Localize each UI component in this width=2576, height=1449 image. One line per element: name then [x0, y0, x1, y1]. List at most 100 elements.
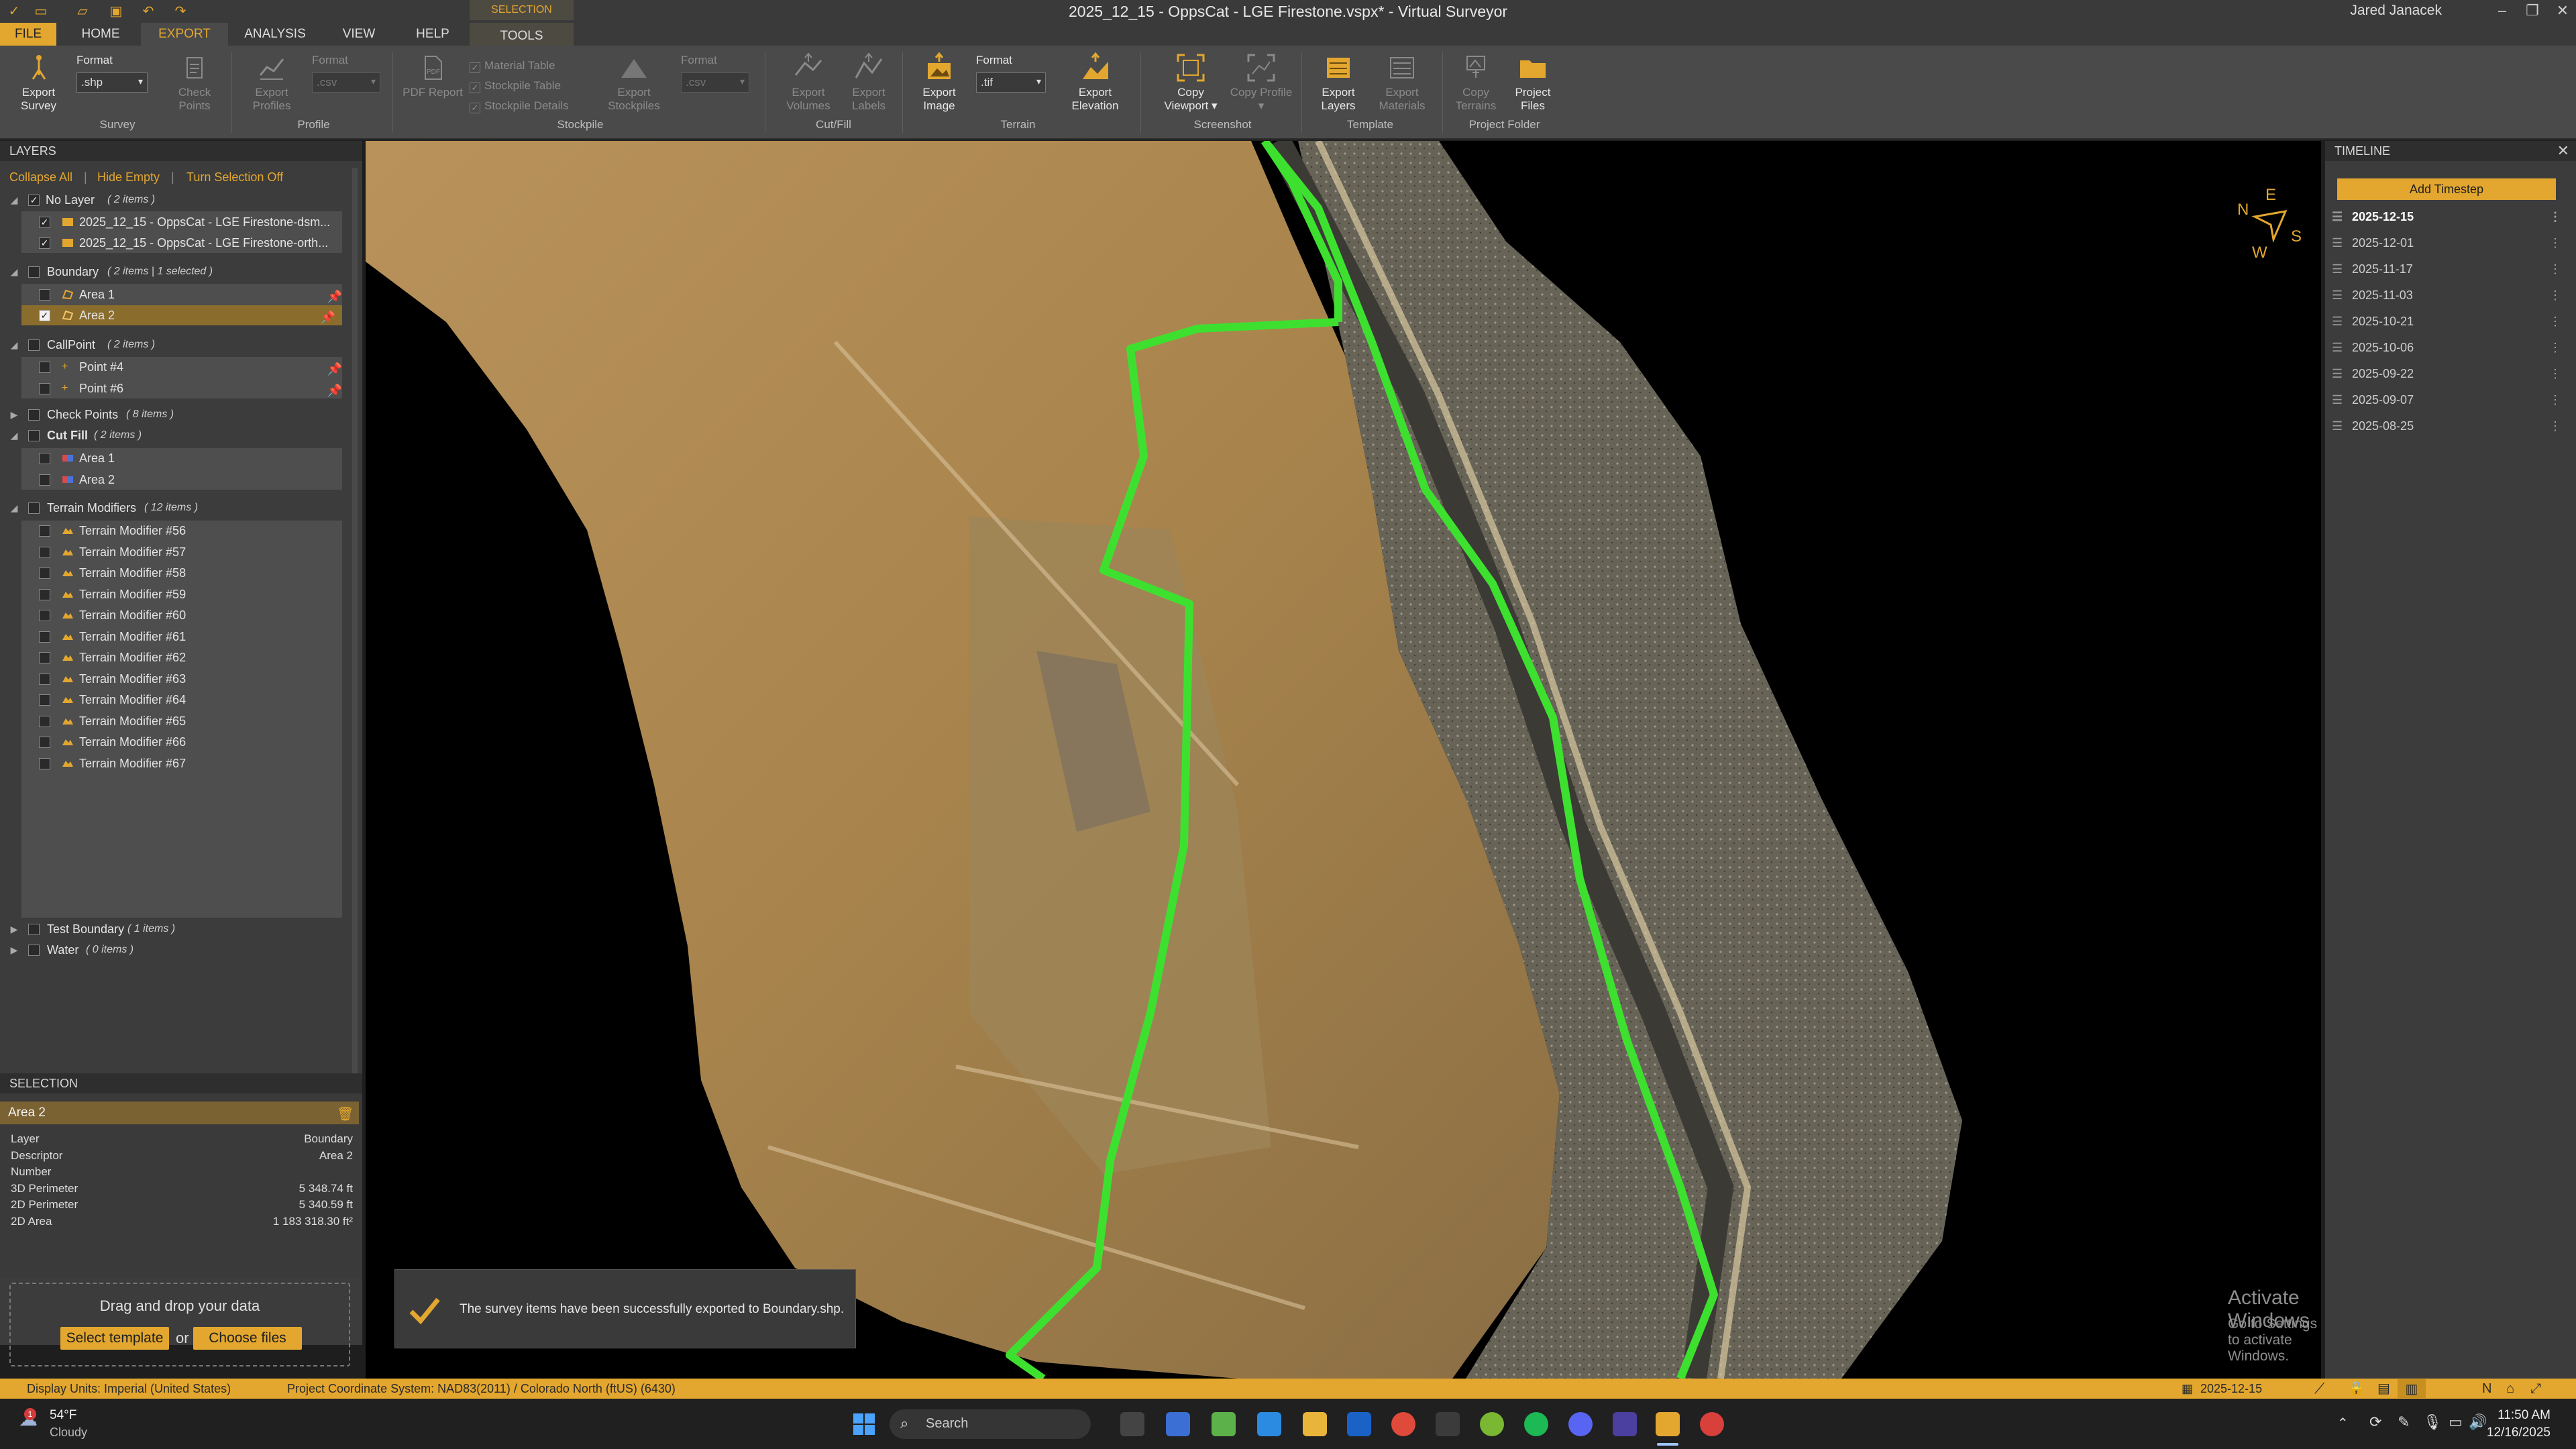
material-table-checkbox[interactable]: ✓ Material Table [470, 59, 555, 73]
terrain-modifier-item[interactable]: Terrain Modifier #64 [0, 690, 349, 710]
collapse-arrow-icon[interactable]: ◢ [9, 425, 19, 445]
calculator-icon[interactable] [1436, 1412, 1460, 1436]
layer-checkbox[interactable]: ✓ [28, 195, 40, 206]
terrain-modifier-item[interactable]: Terrain Modifier #59 [0, 584, 349, 604]
item-checkbox[interactable] [39, 525, 50, 537]
terrain-modifier-item[interactable]: Terrain Modifier #67 [0, 753, 349, 773]
stockpile-table-checkbox[interactable]: ✓ Stockpile Table [470, 79, 561, 93]
item-checkbox[interactable] [39, 546, 50, 558]
item-checkbox[interactable]: ✓ [39, 237, 50, 249]
outlook-icon[interactable] [1347, 1412, 1371, 1436]
pin-icon[interactable]: 📌 [327, 286, 342, 307]
drag-handle-icon[interactable]: ☰ [2332, 233, 2343, 253]
weather-desc[interactable]: Cloudy [50, 1426, 87, 1440]
microphone-icon[interactable]: 🎙 [2423, 1413, 2442, 1431]
layer-checkbox[interactable] [28, 945, 40, 956]
item-checkbox[interactable] [39, 715, 50, 727]
map-viewport[interactable]: N E S W The survey items have been succe… [366, 141, 2321, 1379]
drag-handle-icon[interactable]: ☰ [2332, 364, 2343, 384]
item-checkbox[interactable]: ✓ [39, 217, 50, 228]
current-date[interactable]: 2025-12-15 [2200, 1379, 2262, 1399]
clock-time[interactable]: 11:50 AM [2490, 1408, 2551, 1423]
tab-export[interactable]: EXPORT [141, 23, 228, 46]
item-checkbox[interactable] [39, 453, 50, 464]
expand-arrow-icon[interactable]: ▶ [9, 919, 19, 939]
copilot-icon[interactable] [1257, 1412, 1281, 1436]
more-options-icon[interactable]: ⋮ [2549, 311, 2561, 331]
grid-tool-icon[interactable]: ▥ [2398, 1379, 2426, 1398]
layer-item-selected[interactable]: ✓ Area 2 📌 [21, 305, 342, 325]
item-checkbox[interactable] [39, 588, 50, 600]
survey-format-select[interactable]: .shp [76, 72, 148, 93]
more-options-icon[interactable]: ⋮ [2549, 233, 2561, 253]
layer-group-callpoint[interactable]: ◢ CallPoint ( 2 items ) [0, 335, 349, 355]
data-drop-zone[interactable]: Drag and drop your data Select template … [9, 1283, 350, 1366]
terrain-modifier-item[interactable]: Terrain Modifier #66 [0, 732, 349, 752]
minimize-icon[interactable]: – [2485, 0, 2519, 23]
maximize-icon[interactable]: ❐ [2516, 0, 2549, 23]
layer-group-terrain-modifiers[interactable]: ◢ Terrain Modifiers ( 12 items ) [0, 498, 349, 518]
display-units[interactable]: Display Units: Imperial (United States) [27, 1379, 231, 1399]
expand-arrow-icon[interactable]: ▶ [9, 940, 19, 960]
task-view-icon[interactable] [1120, 1412, 1144, 1436]
layer-checkbox[interactable] [28, 266, 40, 278]
taskbar-search-box[interactable]: ⌕ Search [890, 1409, 1091, 1439]
add-timestep-button[interactable]: Add Timestep [2337, 178, 2556, 200]
snipping-tool-icon[interactable] [1166, 1412, 1190, 1436]
more-options-icon[interactable]: ⋮ [2549, 390, 2561, 410]
terrain-format-select[interactable]: .tif [976, 72, 1046, 93]
tab-help[interactable]: HELP [402, 23, 463, 46]
collapse-all-link[interactable]: Collapse All [9, 170, 72, 184]
item-checkbox[interactable] [39, 652, 50, 663]
drag-handle-icon[interactable]: ☰ [2332, 259, 2343, 279]
pin-icon[interactable]: 📌 [327, 380, 342, 400]
virtual-surveyor-taskbar-icon[interactable] [1656, 1412, 1680, 1436]
windows-start-icon[interactable] [852, 1412, 876, 1436]
tray-chevron-icon[interactable]: ⌃ [2337, 1415, 2349, 1432]
pen-icon[interactable]: ✎ [2398, 1413, 2410, 1431]
turn-selection-off-link[interactable]: Turn Selection Off [186, 170, 283, 184]
item-checkbox[interactable] [39, 673, 50, 685]
collapse-arrow-icon[interactable]: ◢ [9, 335, 19, 355]
timestep-item[interactable]: ☰ 2025-09-22 ⋮ [2332, 364, 2567, 384]
check-points-button[interactable]: Check Points [168, 52, 221, 113]
layer-item[interactable]: Area 2 [0, 470, 349, 490]
item-checkbox[interactable] [39, 631, 50, 643]
sketch-app-icon[interactable] [1212, 1412, 1236, 1436]
export-layers-button[interactable]: Export Layers [1308, 52, 1368, 113]
tab-tools[interactable]: TOOLS [470, 23, 574, 46]
terrain-modifier-item[interactable]: Terrain Modifier #56 [0, 521, 349, 541]
choose-files-button[interactable]: Choose files [193, 1327, 302, 1350]
item-checkbox[interactable] [39, 383, 50, 394]
more-options-icon[interactable]: ⋮ [2549, 337, 2561, 358]
timestep-item[interactable]: ☰ 2025-08-25 ⋮ [2332, 416, 2567, 436]
timestep-item[interactable]: ☰ 2025-11-03 ⋮ [2332, 285, 2567, 305]
user-name[interactable]: Jared Janacek [2350, 3, 2442, 19]
close-icon[interactable]: ✕ [2546, 0, 2576, 23]
timestep-item[interactable]: ☰ 2025-12-01 ⋮ [2332, 233, 2567, 253]
fullscreen-icon[interactable]: ⤢ [2530, 1379, 2541, 1399]
layers-scrollbar[interactable] [352, 168, 358, 1201]
layer-item[interactable]: Area 1 [0, 448, 349, 468]
layer-item[interactable]: Area 1 📌 [0, 284, 349, 305]
item-checkbox[interactable] [39, 737, 50, 748]
collapse-arrow-icon[interactable]: ◢ [9, 262, 19, 282]
terrain-modifier-item[interactable]: Terrain Modifier #62 [0, 647, 349, 667]
monitor-icon[interactable]: ▭ [2449, 1413, 2463, 1431]
drag-handle-icon[interactable]: ☰ [2332, 311, 2343, 331]
discord-icon[interactable] [1568, 1412, 1593, 1436]
export-elevation-button[interactable]: Export Elevation [1060, 52, 1130, 113]
profile-format-select[interactable]: .csv [312, 72, 380, 93]
terrain-modifier-item[interactable]: Terrain Modifier #65 [0, 711, 349, 731]
export-image-button[interactable]: Export Image [909, 52, 969, 113]
coordinate-system[interactable]: Project Coordinate System: NAD83(2011) /… [287, 1379, 676, 1399]
timestep-item[interactable]: ☰ 2025-10-06 ⋮ [2332, 337, 2567, 358]
export-volumes-button[interactable]: Export Volumes [775, 52, 842, 113]
timestep-item[interactable]: ☰ 2025-12-15 ⋮ [2332, 207, 2567, 227]
profile-tool-icon[interactable]: ⟋ [2314, 1379, 2324, 1399]
sync-icon[interactable]: ⟳ [2369, 1413, 2381, 1431]
layer-checkbox[interactable] [28, 502, 40, 514]
collapse-arrow-icon[interactable]: ◢ [9, 498, 19, 518]
chrome-icon[interactable] [1391, 1412, 1415, 1436]
app-icon[interactable] [1613, 1412, 1637, 1436]
